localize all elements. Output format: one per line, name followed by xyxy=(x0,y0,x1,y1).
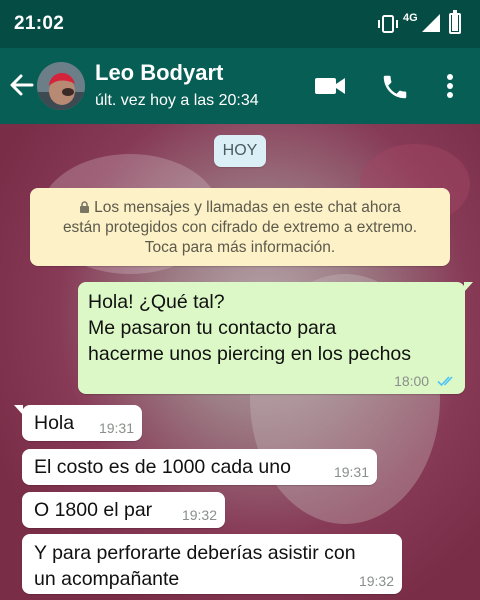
lock-icon xyxy=(80,201,90,213)
outgoing-message[interactable]: Hola! ¿Qué tal? Me pasaron tu contacto p… xyxy=(78,282,473,394)
message-meta: 18:00 xyxy=(394,373,457,389)
message-text: Hola xyxy=(34,412,75,434)
message-time: 19:31 xyxy=(333,464,369,480)
arrow-left-icon[interactable] xyxy=(8,70,36,100)
incoming-message[interactable]: Y para perforarte deberías asistir con u… xyxy=(22,534,402,594)
message-line: Hola! ¿Qué tal? xyxy=(88,291,225,313)
contact-name[interactable]: Leo Bodyart xyxy=(95,60,223,86)
message-text: O 1800 el par xyxy=(34,499,153,521)
battery-icon xyxy=(449,10,461,34)
double-check-icon xyxy=(437,376,453,387)
phone-icon[interactable] xyxy=(380,72,410,102)
more-vertical-icon[interactable] xyxy=(440,70,460,102)
message-time: 18:00 xyxy=(394,373,430,389)
incoming-message[interactable]: Hola 19:31 xyxy=(14,405,142,441)
encryption-notice-line: Los mensajes y llamadas en este chat aho… xyxy=(40,198,440,218)
message-text: El costo es de 1000 cada uno xyxy=(34,456,291,478)
status-bar: 21:02 4G xyxy=(0,0,480,48)
last-seen: últ. vez hoy a las 20:34 xyxy=(95,92,259,109)
vibrate-icon xyxy=(378,15,398,33)
video-camera-icon[interactable] xyxy=(314,72,346,100)
encryption-notice-line: Toca para más información. xyxy=(144,239,336,256)
message-time: 19:32 xyxy=(181,507,217,523)
message-line: hacerme unos piercing en los pechos xyxy=(88,343,412,365)
avatar[interactable] xyxy=(37,62,85,110)
chat-header: Leo Bodyart últ. vez hoy a las 20:34 xyxy=(0,48,480,124)
encryption-notice[interactable]: Los mensajes y llamadas en este chat aho… xyxy=(30,188,450,266)
message-time: 19:32 xyxy=(358,573,394,589)
signal-icon xyxy=(422,14,440,32)
encryption-notice-line: están protegidos con cifrado de extremo … xyxy=(62,219,418,236)
message-line: Me pasaron tu contacto para xyxy=(88,317,337,339)
message-line: Y para perforarte deberías asistir con xyxy=(34,542,356,564)
message-time: 19:31 xyxy=(98,420,134,436)
network-type: 4G xyxy=(403,12,418,24)
chat-area[interactable]: HOY Los mensajes y llamadas en este chat… xyxy=(0,124,480,600)
incoming-message[interactable]: O 1800 el par 19:32 xyxy=(22,492,225,528)
date-separator: HOY xyxy=(214,135,266,167)
message-line: un acompañante xyxy=(34,568,180,590)
incoming-message[interactable]: El costo es de 1000 cada uno 19:31 xyxy=(22,449,377,485)
status-time: 21:02 xyxy=(14,13,65,34)
